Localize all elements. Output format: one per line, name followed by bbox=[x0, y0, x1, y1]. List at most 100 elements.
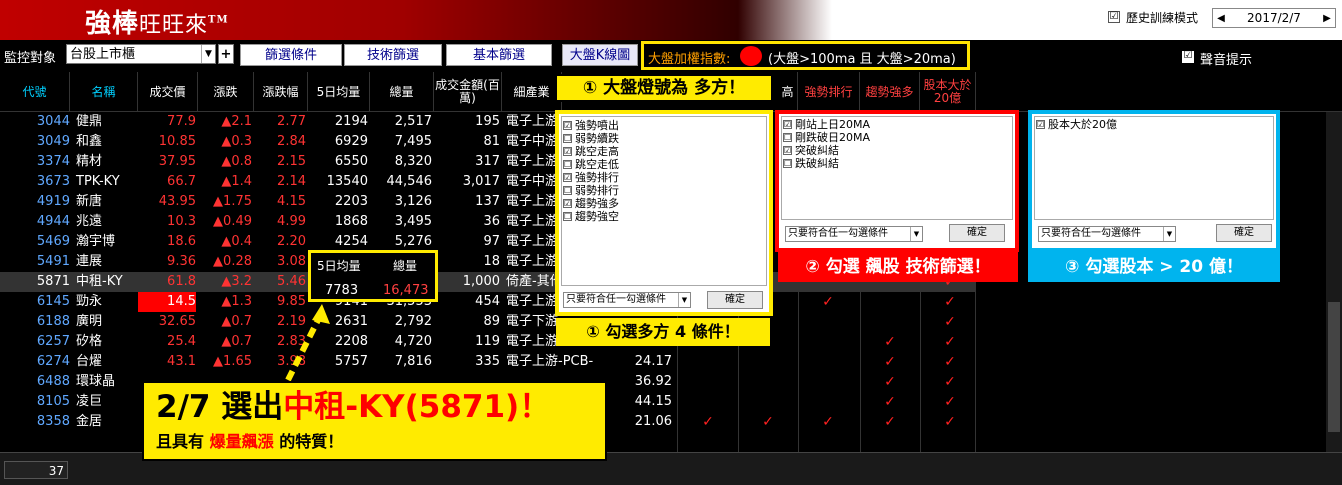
market-kline-button[interactable]: 大盤K線圖 bbox=[562, 44, 638, 66]
cell-change: ▲0.7 bbox=[221, 314, 252, 329]
header-volume[interactable]: 總量 bbox=[370, 72, 434, 112]
cell-volume: 4,720 bbox=[394, 334, 432, 349]
zoom-callout: 5日均量 總量 7783 16,473 bbox=[308, 250, 438, 302]
monitor-select[interactable]: 台股上市櫃 ▼ bbox=[66, 44, 216, 64]
sound-alert-checkbox[interactable]: ☑ bbox=[1182, 51, 1194, 63]
table-row[interactable]: 6188 廣明 32.65 ▲0.7 2.19 2631 2,792 89 電子下游 bbox=[0, 312, 975, 332]
tech-item[interactable]: ☑ 突破糾結 bbox=[782, 144, 1012, 157]
zoom-header-volume: 總量 bbox=[393, 259, 418, 273]
checkbox[interactable]: ☑ bbox=[783, 120, 792, 129]
date-value[interactable]: 2017/2/7 bbox=[1229, 11, 1319, 25]
checkbox[interactable]: ☐ bbox=[563, 160, 572, 169]
chevron-down-icon[interactable]: ▼ bbox=[910, 227, 922, 241]
vertical-scrollbar[interactable] bbox=[1326, 112, 1342, 452]
cell-code: 5871 bbox=[36, 274, 70, 289]
condition-label: 趨勢強空 bbox=[575, 210, 619, 223]
condition-label: 弱勢排行 bbox=[575, 184, 619, 197]
cell-amount: 1,000 bbox=[462, 274, 500, 289]
header-price[interactable]: 成交價 bbox=[138, 72, 198, 112]
header-high[interactable]: 高 bbox=[778, 72, 798, 112]
cell-change: ▲0.4 bbox=[221, 234, 252, 249]
confirm-button[interactable]: 確定 bbox=[1216, 224, 1272, 242]
condition-item[interactable]: ☑ 跳空走高 bbox=[562, 145, 766, 158]
header-code[interactable]: 代號 bbox=[0, 72, 70, 112]
annotation-result: 2/7 選出中租-KY(5871)！ 且具有 爆量飆漲 的特質！ bbox=[142, 381, 607, 461]
cell-change: ▲0.3 bbox=[221, 134, 252, 149]
checkbox[interactable]: ☑ bbox=[563, 147, 572, 156]
confirm-button[interactable]: 確定 bbox=[949, 224, 1005, 242]
match-mode-select[interactable]: 只要符合任一勾選條件 ▼ bbox=[785, 226, 923, 242]
basic-item[interactable]: ☑ 股本大於20億 bbox=[1035, 118, 1273, 131]
result-stock: 中租-KY(5871) bbox=[283, 389, 520, 425]
result-suffix: ！ bbox=[519, 389, 551, 425]
header-percent[interactable]: 漲跌幅 bbox=[254, 72, 308, 112]
check-mark-icon: ✓ bbox=[762, 414, 774, 430]
add-button[interactable]: + bbox=[218, 44, 234, 64]
chevron-down-icon[interactable]: ▼ bbox=[1163, 227, 1175, 241]
checkbox[interactable]: ☐ bbox=[563, 186, 572, 195]
checkbox[interactable]: ☐ bbox=[563, 134, 572, 143]
tech-filter-button[interactable]: 技術篩選 bbox=[344, 44, 442, 66]
table-row[interactable]: 6274 台燿 43.1 ▲1.65 3.98 5757 7,816 335 電子上游-PCB-… bbox=[0, 352, 975, 372]
cell-name: 環球晶 bbox=[76, 374, 116, 389]
sound-alert-label: 聲音提示 bbox=[1200, 53, 1253, 68]
cell-industry: 電子上游 bbox=[506, 114, 558, 129]
checkbox[interactable]: ☑ bbox=[563, 199, 572, 208]
header-trend-strong[interactable]: 趨勢強多 bbox=[860, 72, 920, 112]
checkbox[interactable]: ☐ bbox=[783, 133, 792, 142]
cell-avg5: 2194 bbox=[334, 114, 368, 129]
checkbox[interactable]: ☑ bbox=[783, 146, 792, 155]
cell-price: 18.6 bbox=[167, 234, 196, 249]
cell-code: 6188 bbox=[36, 314, 70, 329]
checkbox[interactable]: ☐ bbox=[563, 212, 572, 221]
tech-label: 剛站上日20MA bbox=[795, 118, 871, 131]
cell-change: ▲0.8 bbox=[221, 154, 252, 169]
confirm-button[interactable]: 確定 bbox=[707, 291, 763, 309]
tech-item[interactable]: ☐ 跌破糾結 bbox=[782, 157, 1012, 170]
table-row[interactable]: 6257矽格25.4▲0.72.8322084,720119電子上游-IC-35… bbox=[0, 332, 975, 352]
history-mode-checkbox[interactable]: ☑ bbox=[1108, 11, 1120, 23]
header-capital[interactable]: 股本大於20億 bbox=[920, 72, 976, 112]
header-name[interactable]: 名稱 bbox=[70, 72, 138, 112]
cell-price: 77.9 bbox=[167, 114, 196, 129]
match-mode-select[interactable]: 只要符合任一勾選條件 ▼ bbox=[1038, 226, 1176, 242]
condition-label: 跳空走低 bbox=[575, 158, 619, 171]
cell-percent: 2.77 bbox=[277, 114, 306, 129]
checkbox[interactable]: ☑ bbox=[563, 121, 572, 130]
condition-item[interactable]: ☐ 趨勢強空 bbox=[562, 210, 766, 223]
tech-item[interactable]: ☑ 剛站上日20MA bbox=[782, 118, 1012, 131]
check-mark-icon: ✓ bbox=[944, 374, 956, 390]
condition-label: 跳空走高 bbox=[575, 145, 619, 158]
tech-list: ☑ 剛站上日20MA ☐ 剛跌破日20MA ☑ 突破糾結 ☐ 跌破糾結 bbox=[781, 116, 1013, 220]
scrollbar-thumb[interactable] bbox=[1328, 302, 1340, 432]
cell-amount: 119 bbox=[475, 334, 500, 349]
condition-item[interactable]: ☐ 弱勢續跌 bbox=[562, 132, 766, 145]
date-picker[interactable]: ◀ 2017/2/7 ▶ bbox=[1212, 8, 1336, 28]
basic-filter-button[interactable]: 基本篩選 bbox=[446, 44, 552, 66]
date-prev-icon[interactable]: ◀ bbox=[1213, 13, 1229, 24]
condition-item[interactable]: ☑ 強勢排行 bbox=[562, 171, 766, 184]
chevron-down-icon[interactable]: ▼ bbox=[678, 293, 690, 307]
index-label: 大盤加權指數: bbox=[648, 52, 731, 67]
condition-label: 趨勢強多 bbox=[575, 197, 619, 210]
condition-item[interactable]: ☐ 跳空走低 bbox=[562, 158, 766, 171]
checkbox[interactable]: ☑ bbox=[563, 173, 572, 182]
condition-item[interactable]: ☑ 趨勢強多 bbox=[562, 197, 766, 210]
header-industry[interactable]: 細產業 bbox=[502, 72, 562, 112]
check-mark-icon: ✓ bbox=[944, 314, 956, 330]
chevron-down-icon[interactable]: ▼ bbox=[201, 45, 215, 63]
date-next-icon[interactable]: ▶ bbox=[1319, 13, 1335, 24]
match-mode-select[interactable]: 只要符合任一勾選條件 ▼ bbox=[563, 292, 691, 308]
header-avg5[interactable]: 5日均量 bbox=[308, 72, 370, 112]
checkbox[interactable]: ☑ bbox=[1036, 120, 1045, 129]
header-change[interactable]: 漲跌 bbox=[198, 72, 254, 112]
condition-item[interactable]: ☑ 強勢噴出 bbox=[562, 119, 766, 132]
cell-price: 25.4 bbox=[167, 334, 196, 349]
checkbox[interactable]: ☐ bbox=[783, 159, 792, 168]
header-amount[interactable]: 成交金額(百萬) bbox=[434, 72, 502, 112]
header-strong-rank[interactable]: 強勢排行 bbox=[798, 72, 860, 112]
filter-condition-button[interactable]: 篩選條件 bbox=[240, 44, 342, 66]
tech-item[interactable]: ☐ 剛跌破日20MA bbox=[782, 131, 1012, 144]
cell-name: 瀚宇博 bbox=[76, 234, 116, 249]
condition-item[interactable]: ☐ 弱勢排行 bbox=[562, 184, 766, 197]
